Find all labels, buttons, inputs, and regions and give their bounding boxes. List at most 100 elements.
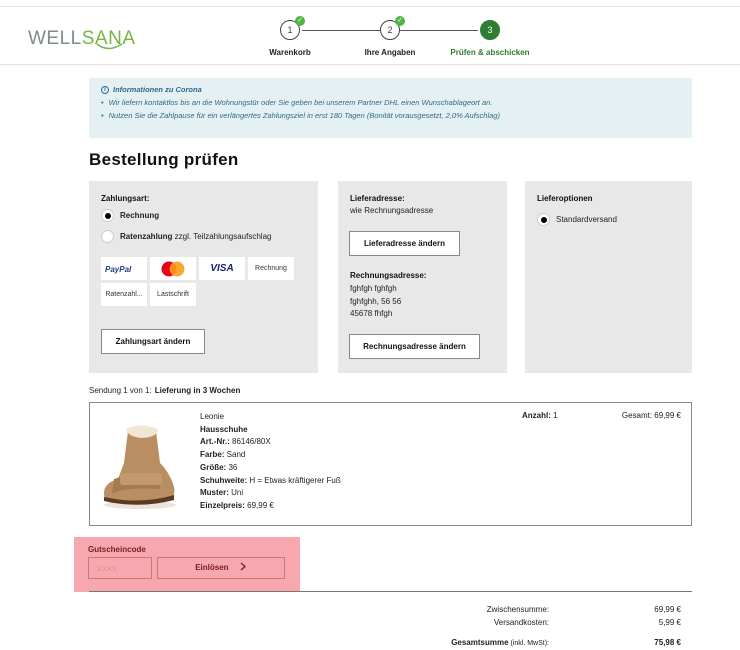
grand-total-value: 75,98 € xyxy=(654,638,681,647)
art-label: Art.-Nr.: xyxy=(200,437,230,447)
payment-logos: PayPal VISA Rechnung Ratenzahl... Lastsc… xyxy=(101,257,301,306)
billing-line: fghfghh, 56 56 xyxy=(350,296,402,306)
payment-option-label: Ratenzahlung zzgl. Teilzahlungsaufschlag xyxy=(120,232,271,241)
pattern-label: Muster: xyxy=(200,488,229,498)
delivery-option-label: Standardversand xyxy=(556,215,617,224)
paypal-text: PayPal xyxy=(105,265,132,274)
ratenzahlung-note: zzgl. Teilzahlungsaufschlag xyxy=(172,232,272,241)
info-icon: i xyxy=(101,85,109,94)
color-value: Sand xyxy=(224,450,246,460)
shipping-label: Versandkosten: xyxy=(493,618,549,627)
ratenzahlung-logo: Ratenzahl... xyxy=(101,283,147,306)
step-3-circle: 3 xyxy=(480,20,500,40)
price-label: Einzelpreis: xyxy=(200,500,245,510)
step-connector xyxy=(302,30,380,31)
logo-part1: WELL xyxy=(28,28,82,49)
payment-title: Zahlungsart: xyxy=(101,194,150,203)
item-pattern: Muster: Uni xyxy=(200,487,341,500)
change-billing-address-button[interactable]: Rechnungsadresse ändern xyxy=(349,334,480,359)
billing-line: 45678 fhfgh xyxy=(350,309,393,318)
voucher-section: Gutscheincode XXXX Einlösen xyxy=(74,537,300,592)
shipment-info: Sendung 1 von 1: Lieferung in 3 Wochen xyxy=(89,386,240,395)
check-icon: ✓ xyxy=(295,16,305,26)
pattern-value: Uni xyxy=(228,488,244,498)
step-1-label[interactable]: Warenkorb xyxy=(269,48,311,57)
shipment-label: Lieferung in 3 Wochen xyxy=(154,386,241,395)
shipping-value: 5,99 € xyxy=(658,618,681,627)
shipment-prefix: Sendung 1 von 1: xyxy=(89,386,152,395)
grand-total-note: (inkl. MwSt): xyxy=(508,640,549,647)
change-delivery-address-button[interactable]: Lieferadresse ändern xyxy=(349,231,460,256)
info-title: i Informationen zu Corona xyxy=(101,85,680,94)
redeem-label: Einlösen xyxy=(195,563,229,572)
visa-text: VISA xyxy=(210,263,234,274)
mastercard-icon xyxy=(161,261,185,276)
subtotal-label: Zwischensumme: xyxy=(486,605,549,614)
subtotal-value: 69,99 € xyxy=(654,605,681,614)
radio-unselected-icon[interactable] xyxy=(101,230,114,243)
item-brand: Leonie xyxy=(200,412,225,421)
delivery-address-value: wie Rechnungsadresse xyxy=(350,206,434,215)
delivery-address-title: Lieferadresse: xyxy=(350,194,405,203)
width-value: H = Etwas kräftigerer Fuß xyxy=(247,475,341,485)
checkout-header: WELLSANA 1 ✓ Warenkorb 2 ✓ Ihre Angaben … xyxy=(0,7,740,65)
info-title-text: Informationen zu Corona xyxy=(113,85,202,94)
logo-swoosh-icon xyxy=(96,43,123,50)
payment-option-label: Rechnung xyxy=(120,211,160,220)
delivery-options-title: Lieferoptionen xyxy=(537,194,593,203)
ratenzahlung-label: Ratenzahlung xyxy=(120,232,173,241)
rechnung-logo: Rechnung xyxy=(248,257,294,280)
info-list: Wir liefern kontaktlos bis an die Wohnun… xyxy=(101,98,680,120)
billing-line: fghfgh fghfgh xyxy=(350,284,397,293)
item-name[interactable]: Hausschuhe xyxy=(200,424,341,437)
visa-logo: VISA xyxy=(199,257,245,280)
corona-info-box: i Informationen zu Corona Wir liefern ko… xyxy=(89,78,692,138)
page-title: Bestellung prüfen xyxy=(89,150,239,169)
art-value: 86146/80X xyxy=(229,437,271,447)
check-icon: ✓ xyxy=(395,16,405,26)
redeem-voucher-button[interactable]: Einlösen xyxy=(157,557,285,579)
grand-total-label: Gesamtsumme (inkl. MwSt): xyxy=(349,638,549,647)
payment-panel: Zahlungsart: Rechnung Ratenzahlung zzgl.… xyxy=(89,181,318,373)
width-label: Schuhweite: xyxy=(200,475,248,485)
voucher-label: Gutscheincode xyxy=(88,545,146,554)
item-quantity: Anzahl: 1 xyxy=(522,411,558,420)
item-color: Farbe: Sand xyxy=(200,449,341,462)
address-panel: Lieferadresse: wie Rechnungsadresse Lief… xyxy=(338,181,507,373)
delivery-options-panel: Lieferoptionen Standardversand xyxy=(525,181,692,373)
size-value: 36 xyxy=(226,462,238,472)
info-bullet: Wir liefern kontaktlos bis an die Wohnun… xyxy=(101,98,680,107)
radio-selected-icon[interactable] xyxy=(537,213,550,226)
paypal-logo: PayPal xyxy=(101,257,147,280)
radio-selected-icon[interactable] xyxy=(101,209,114,222)
lastschrift-logo: Lastschrift xyxy=(150,283,196,306)
item-total: Gesamt: 69,99 € xyxy=(621,411,681,420)
billing-address-lines: fghfgh fghfgh fghfghh, 56 56 45678 fhfgh xyxy=(350,283,401,321)
step-2-label[interactable]: Ihre Angaben xyxy=(365,48,416,57)
grand-total-title: Gesamtsumme xyxy=(451,638,509,647)
order-item: Leonie Hausschuhe Art.-Nr.: 86146/80X Fa… xyxy=(89,402,692,526)
qty-value: 1 xyxy=(550,411,558,420)
checkout-steps: 1 ✓ Warenkorb 2 ✓ Ihre Angaben 3 Prüfen … xyxy=(262,16,542,63)
item-details: Leonie Hausschuhe Art.-Nr.: 86146/80X Fa… xyxy=(200,411,341,513)
info-bullet: Nutzen Sie die Zahlpause für ein verläng… xyxy=(101,111,680,120)
delivery-option-standard[interactable]: Standardversand xyxy=(537,213,680,226)
qty-label: Anzahl: xyxy=(522,411,551,420)
item-unit-price: Einzelpreis: 69,99 € xyxy=(200,500,341,513)
size-label: Größe: xyxy=(200,462,227,472)
billing-address-title: Rechnungsadresse: xyxy=(350,271,427,280)
item-art-nr: Art.-Nr.: 86146/80X xyxy=(200,436,341,449)
voucher-code-input[interactable]: XXXX xyxy=(88,557,152,579)
payment-option-ratenzahlung[interactable]: Ratenzahlung zzgl. Teilzahlungsaufschlag xyxy=(101,230,306,243)
item-size: Größe: 36 xyxy=(200,462,341,475)
color-label: Farbe: xyxy=(200,450,225,460)
change-payment-button[interactable]: Zahlungsart ändern xyxy=(101,329,205,354)
mastercard-logo xyxy=(150,257,196,280)
step-connector xyxy=(400,30,478,31)
payment-option-rechnung[interactable]: Rechnung xyxy=(101,209,306,222)
product-image[interactable] xyxy=(100,423,180,513)
step-3-label: Prüfen & abschicken xyxy=(450,48,530,57)
summary-divider xyxy=(89,591,692,592)
price-value: 69,99 € xyxy=(244,500,274,510)
chevron-right-icon xyxy=(240,562,246,571)
